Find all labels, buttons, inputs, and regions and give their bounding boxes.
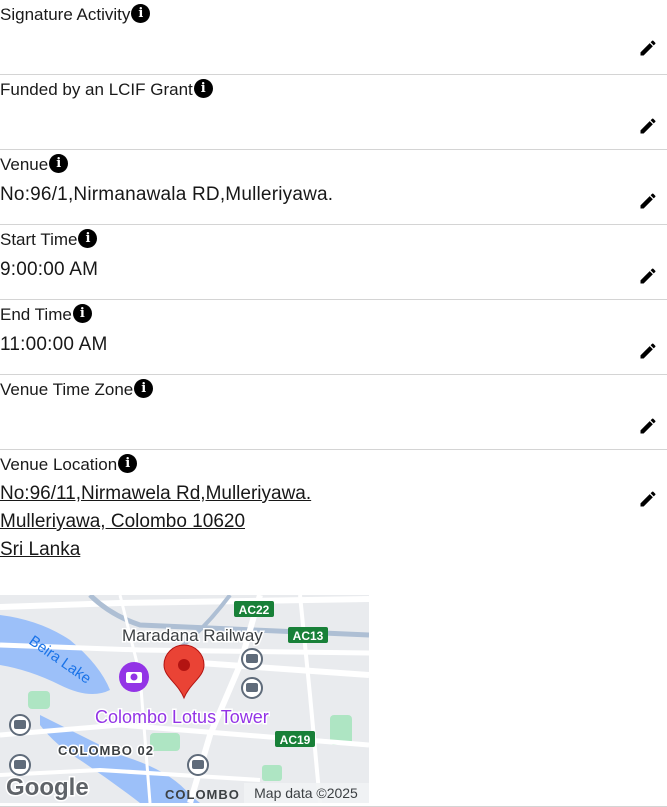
- map-attribution: Map data ©2025: [254, 785, 358, 801]
- record-detail: Signature Activity i Funded by an LCIF G…: [0, 0, 667, 807]
- field-label: Funded by an LCIF Grant: [0, 80, 193, 99]
- bus-stop-icon[interactable]: [241, 648, 263, 670]
- svg-text:AC19: AC19: [280, 733, 311, 747]
- address-line-1[interactable]: No:96/11,Nirmawela Rd,Mulleriyawa.: [0, 480, 667, 508]
- address-link[interactable]: No:96/11,Nirmawela Rd,Mulleriyawa. Mulle…: [0, 480, 667, 564]
- route-shield-ac13: AC13: [288, 627, 328, 643]
- edit-pencil-icon[interactable]: [637, 340, 659, 362]
- park-area: [262, 765, 282, 781]
- map-label-railway: Maradana Railway: [122, 626, 263, 645]
- field-label: End Time: [0, 305, 72, 324]
- field-label: Venue Time Zone: [0, 380, 134, 399]
- field-value: 11:00:00 AM: [0, 334, 108, 355]
- field-venue-time-zone: Venue Time Zone i: [0, 375, 667, 450]
- location-map[interactable]: AC22 AC13 AC19 Maradana Railway Beira La…: [0, 595, 369, 803]
- edit-pencil-icon[interactable]: [637, 488, 659, 510]
- address-line-2[interactable]: Mulleriyawa, Colombo 10620: [0, 508, 667, 536]
- route-shield-ac19: AC19: [275, 731, 315, 747]
- park-area: [28, 691, 50, 709]
- google-logo: Google: [6, 774, 89, 801]
- field-start-time: Start Time i 9:00:00 AM: [0, 225, 667, 300]
- field-signature-activity: Signature Activity i: [0, 0, 667, 75]
- bus-stop-icon[interactable]: [9, 714, 31, 736]
- route-shield-ac22: AC22: [234, 601, 274, 617]
- map-label-area: COLOMBO: [165, 787, 240, 802]
- edit-pencil-icon[interactable]: [637, 190, 659, 212]
- svg-text:AC22: AC22: [239, 603, 270, 617]
- info-icon[interactable]: i: [78, 228, 98, 248]
- field-venue: Venue i No:96/1,Nirmanawala RD,Mulleriya…: [0, 150, 667, 225]
- info-icon[interactable]: i: [72, 303, 92, 323]
- field-label: Venue Location: [0, 455, 118, 474]
- map-label-tower: Colombo Lotus Tower: [95, 707, 269, 727]
- svg-text:AC13: AC13: [293, 629, 324, 643]
- edit-pencil-icon[interactable]: [637, 115, 659, 137]
- field-funded-by-lcif-grant: Funded by an LCIF Grant i: [0, 75, 667, 150]
- bus-stop-icon[interactable]: [241, 677, 263, 699]
- edit-pencil-icon[interactable]: [637, 415, 659, 437]
- field-label: Start Time: [0, 230, 78, 249]
- field-value: No:96/1,Nirmanawala RD,Mulleriyawa.: [0, 184, 334, 205]
- field-label: Venue: [0, 155, 49, 174]
- edit-pencil-icon[interactable]: [637, 265, 659, 287]
- info-icon[interactable]: i: [49, 153, 69, 173]
- map-canvas[interactable]: AC22 AC13 AC19 Maradana Railway Beira La…: [0, 595, 369, 803]
- map-label-area: COLOMBO 02: [58, 743, 154, 758]
- edit-pencil-icon[interactable]: [637, 37, 659, 59]
- address-line-3[interactable]: Sri Lanka: [0, 536, 667, 564]
- info-icon[interactable]: i: [134, 378, 154, 398]
- info-icon[interactable]: i: [118, 453, 138, 473]
- park-area: [150, 733, 180, 751]
- info-icon[interactable]: i: [131, 3, 151, 23]
- bus-stop-icon[interactable]: [9, 754, 31, 776]
- bus-stop-icon[interactable]: [187, 754, 209, 776]
- info-icon[interactable]: i: [193, 78, 213, 98]
- field-venue-location: Venue Location i No:96/11,Nirmawela Rd,M…: [0, 450, 667, 807]
- camera-poi-icon[interactable]: [119, 662, 149, 692]
- field-value: 9:00:00 AM: [0, 259, 99, 280]
- field-end-time: End Time i 11:00:00 AM: [0, 300, 667, 375]
- field-label: Signature Activity: [0, 5, 131, 24]
